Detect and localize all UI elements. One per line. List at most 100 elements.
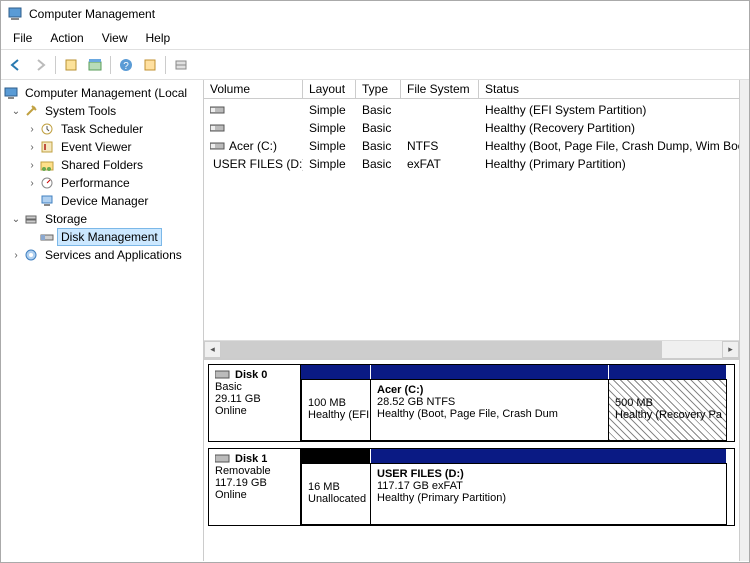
volume-row[interactable]: Acer (C:)SimpleBasicNTFSHealthy (Boot, P… — [204, 137, 739, 155]
partition[interactable]: 16 MBUnallocated — [301, 463, 371, 525]
disk-row[interactable]: Disk 0Basic29.11 GBOnline100 MBHealthy (… — [208, 364, 735, 442]
tree-disk-management[interactable]: Disk Management — [1, 228, 203, 246]
tree-shared-folders[interactable]: › Shared Folders — [1, 156, 203, 174]
partition[interactable]: 100 MBHealthy (EFI Sy — [301, 379, 371, 441]
toolbar-separator — [110, 56, 111, 74]
tree-label: System Tools — [42, 103, 119, 119]
title-bar: Computer Management — [1, 1, 749, 27]
clock-icon — [39, 121, 55, 137]
disk-size: 117.19 GB — [215, 477, 294, 489]
vol-status: Healthy (Recovery Partition) — [479, 121, 739, 135]
tree-event-viewer[interactable]: › Event Viewer — [1, 138, 203, 156]
volume-row[interactable]: SimpleBasicHealthy (EFI System Partition… — [204, 101, 739, 119]
volume-row[interactable]: SimpleBasicHealthy (Recovery Partition) — [204, 119, 739, 137]
menu-bar: File Action View Help — [1, 27, 749, 50]
partition[interactable]: 500 MBHealthy (Recovery Pa — [609, 379, 727, 441]
partition-status: Unallocated — [308, 493, 364, 505]
disk-partitions: 100 MBHealthy (EFI SyAcer (C:)28.52 GB N… — [301, 365, 734, 441]
volume-hscrollbar[interactable]: ◂ ▸ — [204, 340, 739, 358]
toolbar-separator — [55, 56, 56, 74]
collapse-icon[interactable]: ⌄ — [9, 214, 23, 225]
forward-button[interactable] — [29, 54, 51, 76]
vol-layout: Simple — [303, 103, 356, 117]
expand-icon[interactable]: › — [25, 124, 39, 135]
tree-root[interactable]: Computer Management (Local — [1, 84, 203, 102]
disk-graphical-view[interactable]: Disk 0Basic29.11 GBOnline100 MBHealthy (… — [204, 360, 739, 561]
disk-info: Disk 0Basic29.11 GBOnline — [209, 365, 301, 441]
toolbar-btn-4[interactable] — [170, 54, 192, 76]
services-icon — [23, 247, 39, 263]
disk-type: Basic — [215, 381, 294, 393]
menu-action[interactable]: Action — [42, 29, 91, 47]
col-filesystem[interactable]: File System — [401, 80, 479, 98]
vol-name: USER FILES (D:) — [204, 157, 303, 171]
content-pane: Volume Layout Type File System Status Si… — [204, 80, 740, 561]
tools-icon — [23, 103, 39, 119]
back-button[interactable] — [5, 54, 27, 76]
tree-label: Shared Folders — [58, 157, 146, 173]
tree-system-tools[interactable]: ⌄ System Tools — [1, 102, 203, 120]
vol-layout: Simple — [303, 139, 356, 153]
scroll-track[interactable] — [221, 341, 722, 358]
scroll-right-icon[interactable]: ▸ — [722, 341, 739, 358]
disk-size: 29.11 GB — [215, 393, 294, 405]
computer-icon — [3, 85, 19, 101]
expand-icon[interactable]: › — [25, 142, 39, 153]
tree-performance[interactable]: › Performance — [1, 174, 203, 192]
tree-label: Performance — [58, 175, 133, 191]
window-title: Computer Management — [29, 7, 155, 21]
expand-icon[interactable]: › — [25, 178, 39, 189]
help-button[interactable]: ? — [115, 54, 137, 76]
partition-name: USER FILES (D:) — [377, 468, 720, 480]
toolbar-btn-1[interactable] — [60, 54, 82, 76]
volume-rows: SimpleBasicHealthy (EFI System Partition… — [204, 99, 739, 340]
partition-size: 500 MB — [615, 397, 720, 409]
tree-label: Storage — [42, 211, 90, 227]
col-volume[interactable]: Volume — [204, 80, 303, 98]
disk-name: Disk 0 — [215, 369, 294, 381]
main-area: Computer Management (Local ⌄ System Tool… — [1, 80, 749, 561]
menu-file[interactable]: File — [5, 29, 40, 47]
tree-device-manager[interactable]: Device Manager — [1, 192, 203, 210]
tree-storage[interactable]: ⌄ Storage — [1, 210, 203, 228]
col-layout[interactable]: Layout — [303, 80, 356, 98]
vol-type: Basic — [356, 103, 401, 117]
col-type[interactable]: Type — [356, 80, 401, 98]
device-icon — [39, 193, 55, 209]
tree-services[interactable]: › Services and Applications — [1, 246, 203, 264]
vol-name — [204, 123, 303, 133]
vol-layout: Simple — [303, 121, 356, 135]
disk-info: Disk 1Removable117.19 GBOnline — [209, 449, 301, 525]
event-icon — [39, 139, 55, 155]
volume-header: Volume Layout Type File System Status — [204, 80, 739, 99]
menu-view[interactable]: View — [94, 29, 136, 47]
nav-tree[interactable]: Computer Management (Local ⌄ System Tool… — [1, 80, 204, 561]
partition[interactable]: Acer (C:)28.52 GB NTFSHealthy (Boot, Pag… — [371, 379, 609, 441]
partition[interactable]: USER FILES (D:)117.17 GB exFATHealthy (P… — [371, 463, 727, 525]
disk-row[interactable]: Disk 1Removable117.19 GBOnline16 MBUnall… — [208, 448, 735, 526]
partition-status: Healthy (EFI Sy — [308, 409, 364, 421]
disk-mgmt-icon — [39, 229, 55, 245]
partition-status: Healthy (Boot, Page File, Crash Dum — [377, 408, 602, 420]
vol-name — [204, 105, 303, 115]
vol-type: Basic — [356, 139, 401, 153]
scroll-left-icon[interactable]: ◂ — [204, 341, 221, 358]
scroll-thumb[interactable] — [221, 341, 662, 358]
folder-share-icon — [39, 157, 55, 173]
volume-row[interactable]: USER FILES (D:)SimpleBasicexFATHealthy (… — [204, 155, 739, 173]
expand-icon[interactable]: › — [9, 250, 23, 261]
disk-partitions: 16 MBUnallocatedUSER FILES (D:)117.17 GB… — [301, 449, 734, 525]
toolbar-separator — [165, 56, 166, 74]
col-status[interactable]: Status — [479, 80, 739, 98]
tree-task-scheduler[interactable]: › Task Scheduler — [1, 120, 203, 138]
performance-icon — [39, 175, 55, 191]
expand-icon[interactable]: › — [25, 160, 39, 171]
collapse-icon[interactable]: ⌄ — [9, 106, 23, 117]
toolbar-btn-3[interactable] — [139, 54, 161, 76]
volume-list[interactable]: Volume Layout Type File System Status Si… — [204, 80, 739, 360]
tree-label: Task Scheduler — [58, 121, 146, 137]
menu-help[interactable]: Help — [138, 29, 179, 47]
tree-label: Disk Management — [58, 229, 161, 245]
toolbar-btn-2[interactable] — [84, 54, 106, 76]
vol-fs: exFAT — [401, 157, 479, 171]
